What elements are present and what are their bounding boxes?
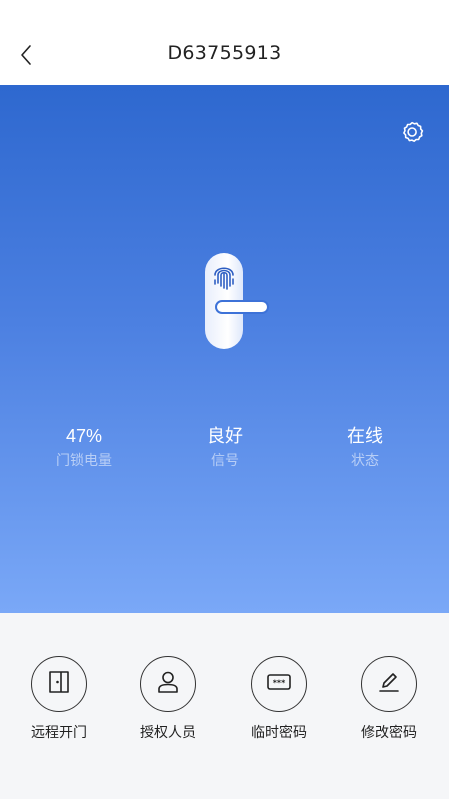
authorized-users-button[interactable]: 授权人员	[113, 656, 223, 742]
status-stat: 在线 状态	[305, 425, 425, 470]
remote-unlock-button[interactable]: 远程开门	[4, 656, 114, 742]
signal-value: 良好	[207, 426, 243, 446]
change-password-button[interactable]: 修改密码	[334, 656, 444, 742]
signal-stat: 良好 信号	[165, 425, 285, 470]
status-label: 状态	[351, 453, 379, 469]
signal-label: 信号	[211, 453, 239, 469]
temp-password-label: 临时密码	[251, 725, 307, 741]
change-password-icon-circle[interactable]	[361, 656, 417, 712]
settings-button[interactable]	[399, 119, 427, 147]
battery-value: 47%	[65, 426, 103, 446]
lock-stats: 47% 门锁电量 良好 信号 在线 状态	[0, 425, 449, 485]
status-value: 在线	[347, 426, 383, 446]
door-lock-illustration	[196, 248, 276, 358]
page-title: D63755913	[167, 42, 282, 64]
temp-password-icon-circle[interactable]: ***	[251, 656, 307, 712]
fingerprint-door-lock-icon	[196, 253, 276, 362]
battery-stat: 47% 门锁电量	[24, 425, 144, 470]
authorized-users-icon-circle[interactable]	[140, 656, 196, 712]
svg-text:***: ***	[273, 679, 286, 688]
door-open-icon	[46, 669, 72, 699]
temp-password-button[interactable]: *** 临时密码	[224, 656, 334, 742]
lock-status-panel: 47% 门锁电量 良好 信号 在线 状态	[0, 85, 449, 613]
top-bar: D63755913	[0, 0, 449, 85]
edit-icon	[376, 669, 402, 699]
battery-label: 门锁电量	[56, 453, 112, 469]
remote-unlock-icon-circle[interactable]	[31, 656, 87, 712]
user-icon	[155, 669, 181, 699]
password-icon: ***	[265, 669, 293, 699]
remote-unlock-label: 远程开门	[31, 725, 87, 741]
change-password-label: 修改密码	[361, 725, 417, 741]
gear-icon	[399, 121, 427, 151]
authorized-users-label: 授权人员	[140, 725, 196, 741]
action-bar: 远程开门 授权人员 *** 临时密码 修改密码	[0, 613, 449, 799]
